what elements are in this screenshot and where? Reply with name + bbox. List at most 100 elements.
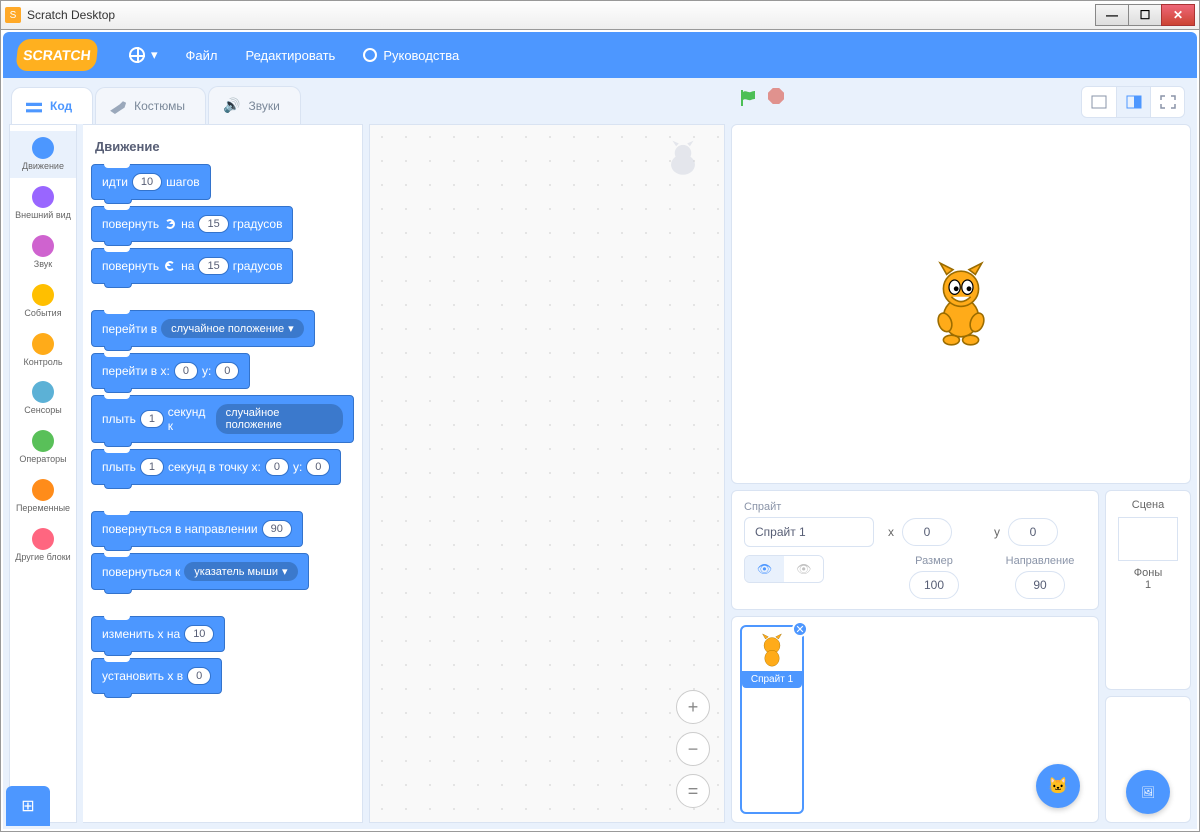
block-input[interactable]: 1 [140, 410, 164, 428]
chevron-down-icon: ▾ [288, 322, 294, 335]
sprite-name-input[interactable] [744, 517, 874, 547]
lightbulb-icon [363, 48, 377, 62]
rotate-cw-icon [165, 219, 175, 229]
add-backdrop-panel: 🖼 [1105, 696, 1191, 823]
sprite-watermark-icon [660, 137, 706, 188]
block-goto-random[interactable]: перейти в случайное положение▾ [91, 310, 315, 347]
category-label: Сенсоры [24, 406, 62, 416]
add-sprite-button[interactable]: 🐱 [1036, 764, 1080, 808]
sprite-x-input[interactable]: 0 [902, 518, 952, 546]
stage-selector[interactable]: Сцена Фоны 1 [1105, 490, 1191, 690]
speaker-icon: 🔊 [223, 97, 240, 114]
block-input[interactable]: 10 [132, 173, 162, 191]
zoom-in-button[interactable]: + [676, 690, 710, 724]
block-glide-xy[interactable]: плыть 1 секунд в точку x: 0 y: 0 [91, 449, 341, 485]
stop-button[interactable] [768, 88, 784, 104]
scripts-area[interactable]: + − = [369, 124, 725, 823]
category-Операторы[interactable]: Операторы [10, 424, 76, 471]
sprite-list: ✕ Спрайт 1 🐱 [731, 616, 1099, 823]
category-dot-icon [32, 186, 54, 208]
scratch-logo: SCRATCH [15, 39, 98, 71]
category-Сенсоры[interactable]: Сенсоры [10, 375, 76, 422]
category-Другие блоки[interactable]: Другие блоки [10, 522, 76, 569]
category-label: События [24, 309, 61, 319]
block-input[interactable]: 0 [187, 667, 211, 685]
category-Переменные[interactable]: Переменные [10, 473, 76, 520]
block-turn-ccw[interactable]: повернуть на 15 градусов [91, 248, 293, 284]
category-dot-icon [32, 284, 54, 306]
category-Внешний вид[interactable]: Внешний вид [10, 180, 76, 227]
sprite-visible-button[interactable]: 👁 [745, 556, 784, 582]
zoom-out-button[interactable]: − [676, 732, 710, 766]
block-input[interactable]: 15 [198, 257, 228, 275]
sprite-direction-input[interactable]: 90 [1015, 571, 1065, 599]
tab-costumes-label: Костюмы [134, 99, 185, 113]
stage-large-button[interactable] [1116, 87, 1150, 117]
block-set-x[interactable]: установить x в 0 [91, 658, 222, 694]
chevron-down-icon: ▾ [282, 565, 288, 578]
block-dropdown[interactable]: случайное положение▾ [161, 319, 304, 338]
block-input[interactable]: 15 [198, 215, 228, 233]
block-input[interactable]: 0 [174, 362, 198, 380]
category-dot-icon [32, 430, 54, 452]
eye-icon: 👁 [757, 562, 772, 576]
block-input[interactable]: 1 [140, 458, 164, 476]
file-menu[interactable]: Файл [186, 48, 218, 63]
block-dropdown[interactable]: указатель мыши▾ [184, 562, 297, 581]
block-move-steps[interactable]: идти 10 шагов [91, 164, 211, 200]
window-close-button[interactable]: ✕ [1161, 4, 1195, 26]
category-label: Внешний вид [15, 211, 71, 221]
chevron-down-icon: ▾ [151, 47, 158, 63]
blocks-palette[interactable]: Движение идти 10 шагов повернуть на 15 г… [83, 124, 363, 823]
block-point-towards[interactable]: повернуться к указатель мыши▾ [91, 553, 309, 590]
block-dropdown[interactable]: случайное положение [216, 404, 343, 434]
stage[interactable] [731, 124, 1191, 484]
sprite-size-input[interactable]: 100 [909, 571, 959, 599]
menu-bar: SCRATCH ▾ Файл Редактировать Руководства [3, 32, 1197, 78]
category-События[interactable]: События [10, 278, 76, 325]
tab-code[interactable]: Код [11, 87, 93, 124]
editor-tabs-row: Код Костюмы 🔊Звуки [3, 78, 1197, 124]
block-input[interactable]: 0 [215, 362, 239, 380]
block-input[interactable]: 10 [184, 625, 214, 643]
category-Звук[interactable]: Звук [10, 229, 76, 276]
sprite-card[interactable]: ✕ Спрайт 1 [740, 625, 804, 814]
tab-sounds[interactable]: 🔊Звуки [208, 86, 301, 124]
zoom-reset-button[interactable]: = [676, 774, 710, 808]
block-change-x[interactable]: изменить x на 10 [91, 616, 225, 652]
category-label: Другие блоки [15, 553, 70, 563]
stage-fullscreen-button[interactable] [1150, 87, 1184, 117]
edit-menu[interactable]: Редактировать [246, 48, 336, 63]
block-turn-cw[interactable]: повернуть на 15 градусов [91, 206, 293, 242]
sprite-card-name: Спрайт 1 [742, 671, 802, 688]
tab-code-label: Код [50, 99, 72, 113]
window-maximize-button[interactable]: ☐ [1128, 4, 1162, 26]
category-Контроль[interactable]: Контроль [10, 327, 76, 374]
stage-small-button[interactable] [1082, 87, 1116, 117]
block-input[interactable]: 0 [306, 458, 330, 476]
cat-face-icon: 🐱 [1048, 776, 1068, 796]
block-input[interactable]: 0 [265, 458, 289, 476]
block-glide-random[interactable]: плыть 1 секунд к случайное положение [91, 395, 354, 443]
window-title: Scratch Desktop [27, 8, 1096, 22]
tab-costumes[interactable]: Костюмы [95, 87, 206, 124]
category-label: Движение [22, 162, 64, 172]
category-Движение[interactable]: Движение [10, 131, 76, 178]
add-backdrop-button[interactable]: 🖼 [1126, 770, 1170, 814]
backdrops-label: Фоны [1134, 567, 1162, 579]
sprite-hidden-button[interactable]: 👁 [784, 556, 823, 582]
scratch-cat-sprite[interactable] [921, 259, 1001, 349]
globe-icon [129, 47, 145, 63]
green-flag-button[interactable] [738, 88, 758, 113]
category-label: Операторы [19, 455, 66, 465]
language-menu[interactable]: ▾ [129, 47, 158, 63]
add-extension-button[interactable]: ⊞ [6, 786, 50, 826]
delete-sprite-button[interactable]: ✕ [792, 621, 808, 637]
sprite-y-input[interactable]: 0 [1008, 518, 1058, 546]
block-input[interactable]: 90 [262, 520, 292, 538]
block-goto-xy[interactable]: перейти в x: 0 y: 0 [91, 353, 250, 389]
sprite-y-label: y [994, 525, 1000, 539]
block-point-direction[interactable]: повернуться в направлении 90 [91, 511, 303, 547]
tutorials-button[interactable]: Руководства [363, 48, 459, 63]
window-minimize-button[interactable]: — [1095, 4, 1129, 26]
